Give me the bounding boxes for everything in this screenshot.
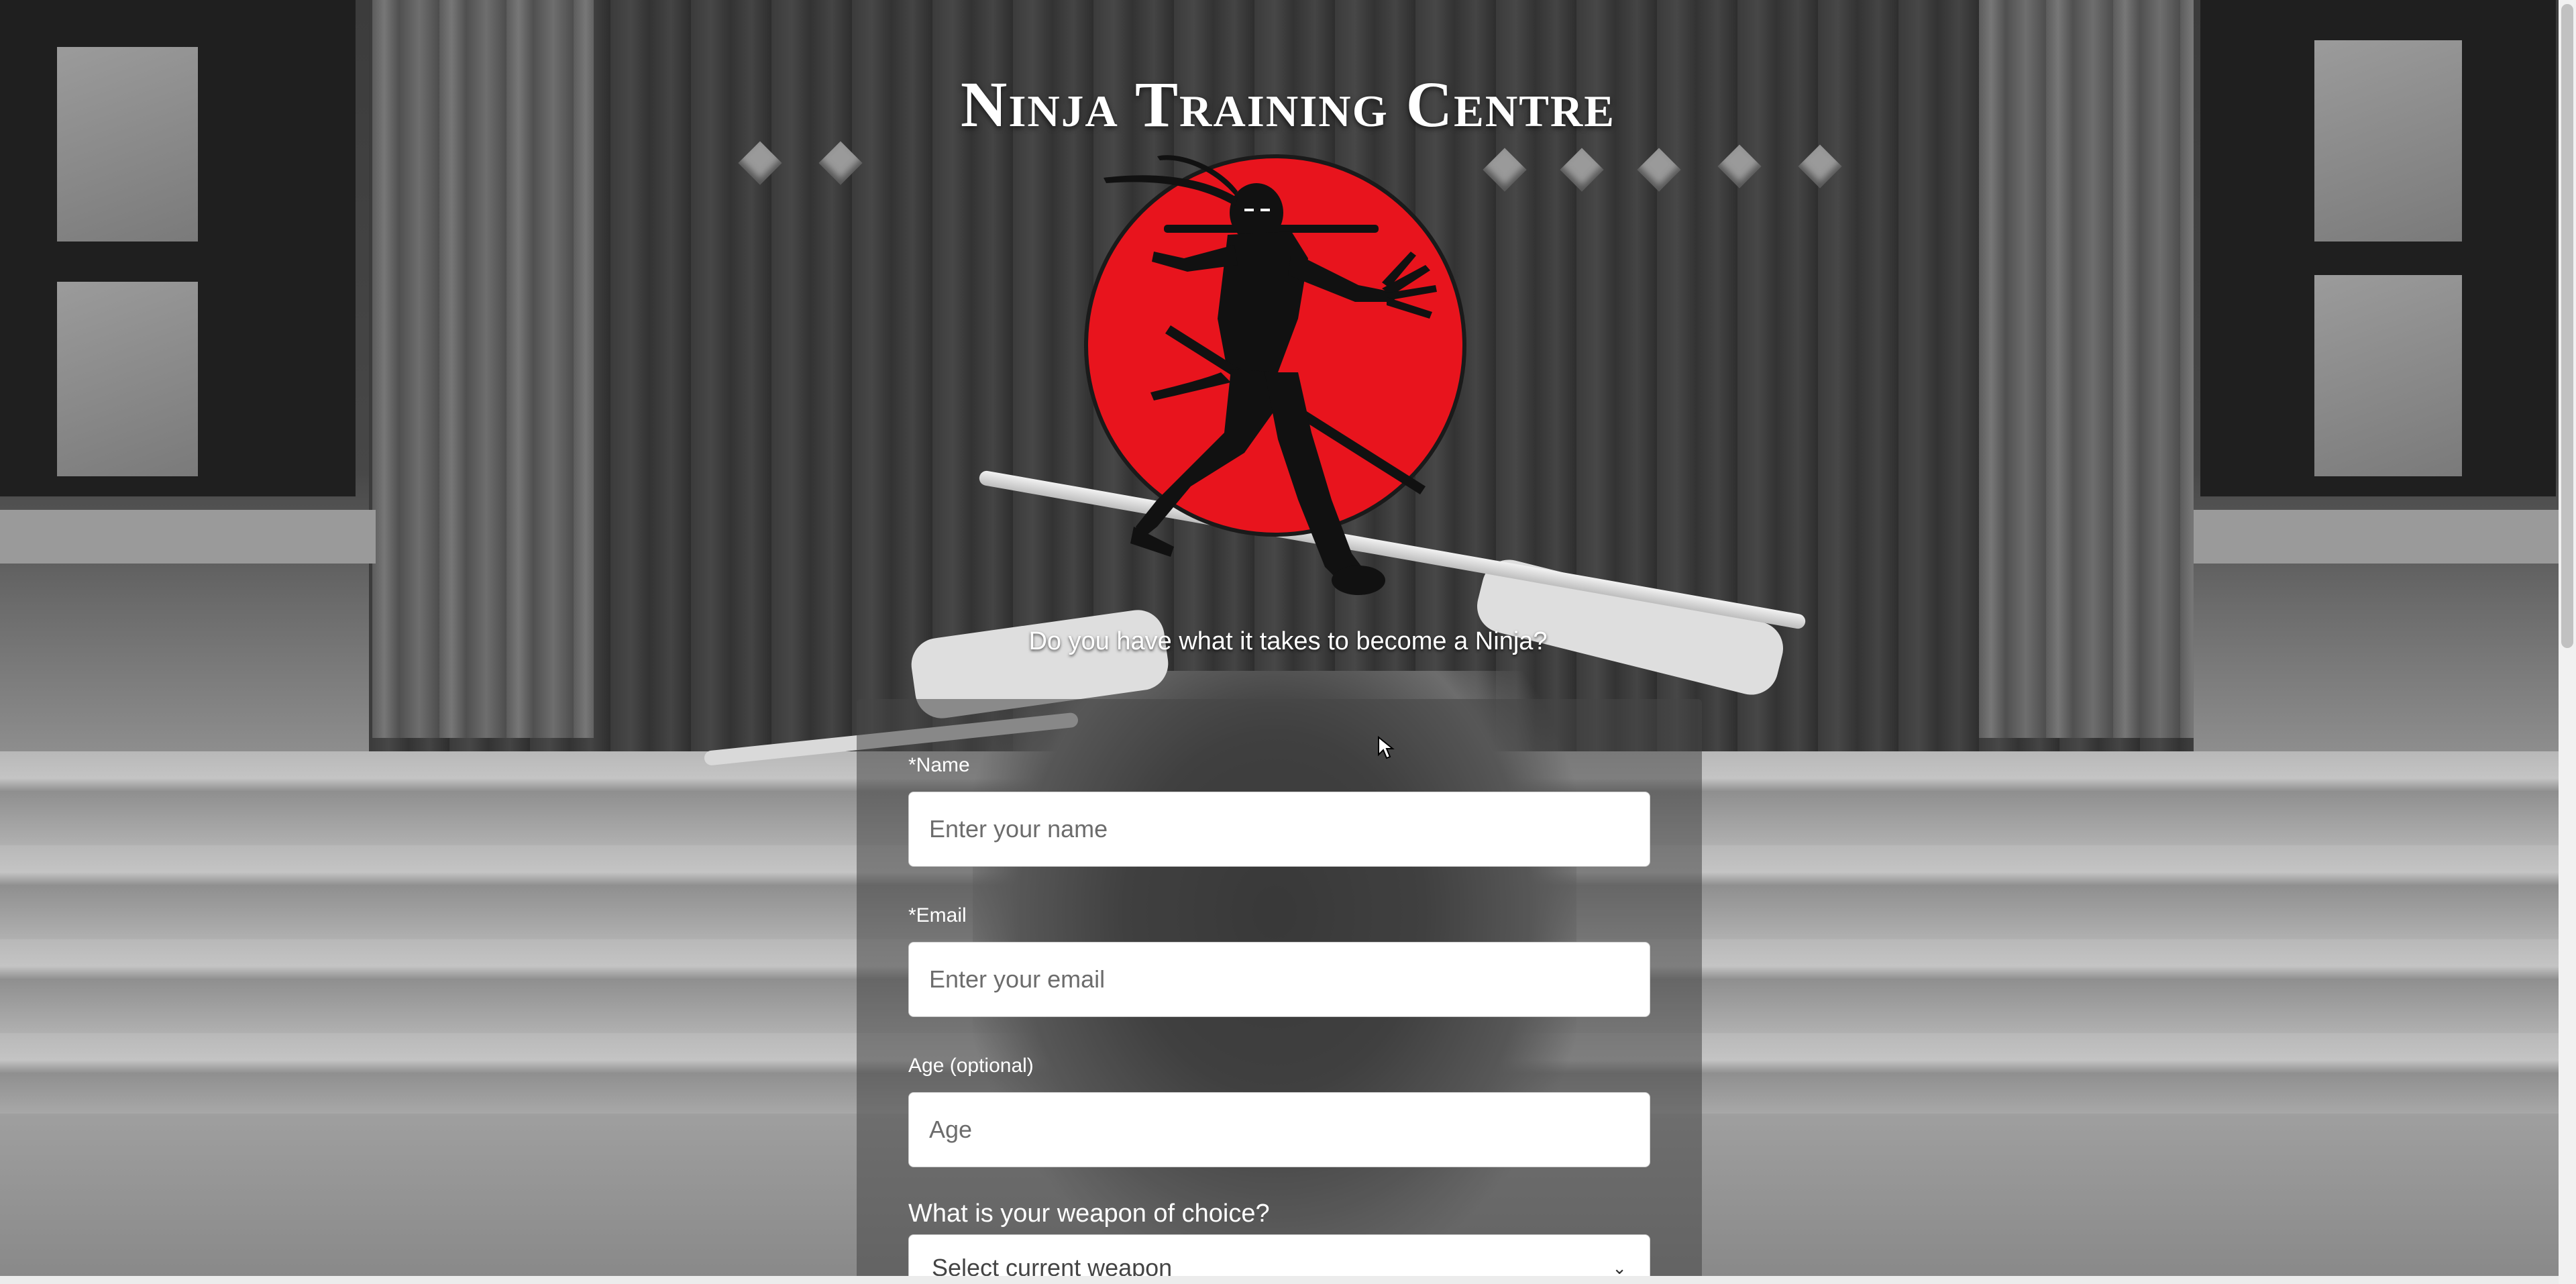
bottom-edge [0,1276,2559,1284]
scrollbar[interactable] [2559,0,2576,1284]
weapon-label: What is your weapon of choice? [908,1199,1270,1228]
tagline: Do you have what it takes to become a Ni… [1028,627,1548,655]
scrollbar-thumb[interactable] [2561,4,2573,648]
age-input[interactable] [908,1092,1650,1167]
name-label: *Name [908,754,970,776]
email-input[interactable] [908,942,1650,1017]
chevron-down-icon: ⌄ [1612,1257,1627,1278]
email-label: *Email [908,904,967,926]
background-ledge-left [0,510,376,564]
age-label: Age (optional) [908,1055,1034,1077]
page: Ninja Training Centre Do you have what i… [0,0,2576,1284]
name-input[interactable] [908,792,1650,867]
page-title: Ninja Training Centre [961,68,1615,140]
background-ledge-right [2194,510,2576,564]
ninja-on-red-sun-icon [1084,154,1466,595]
mouse-cursor-icon [1378,736,1395,759]
